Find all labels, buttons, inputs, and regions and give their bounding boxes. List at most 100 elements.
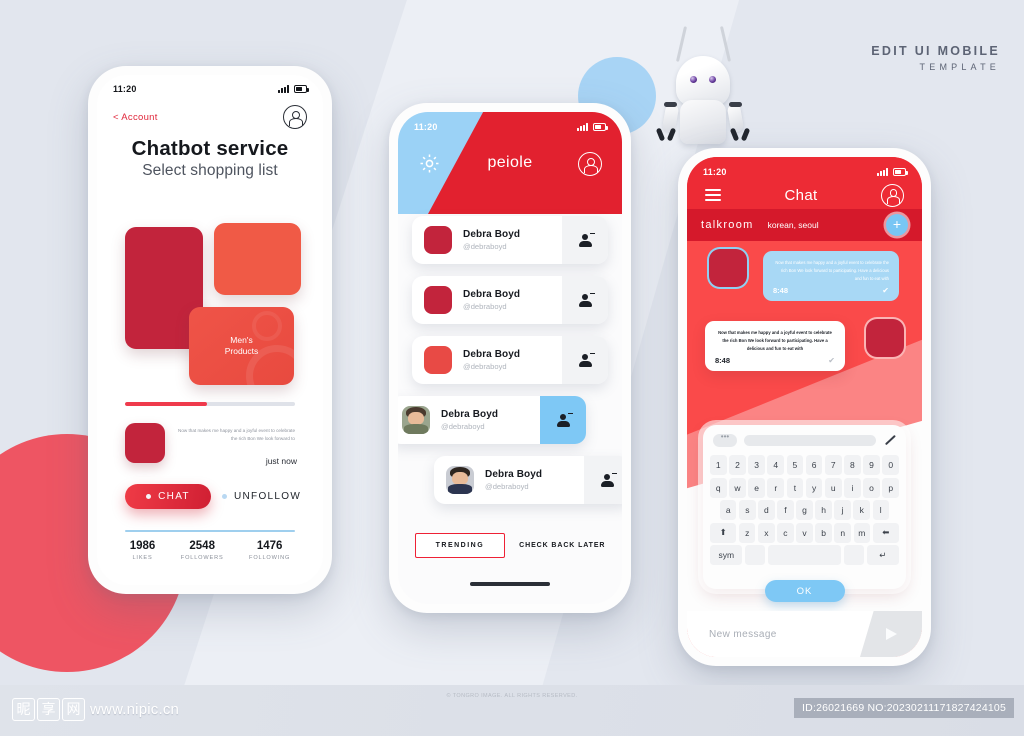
key-8[interactable]: 8 [844, 455, 861, 475]
key-r[interactable]: r [767, 477, 785, 498]
phone-1-status-bar: 11:20 [97, 79, 323, 99]
talkroom-bar: talkroom korean, seoul + [687, 209, 922, 241]
key-7[interactable]: 7 [824, 455, 842, 475]
product-card-line2: Products [224, 346, 259, 356]
contact-row[interactable]: Debra Boyd @debraboyd [412, 336, 608, 384]
contact-handle: @debraboyd [485, 482, 529, 491]
contact-name: Debra Boyd [485, 469, 543, 480]
message-input[interactable]: New message [687, 629, 860, 640]
signal-icon [278, 85, 289, 93]
contact-name: Debra Boyd [463, 349, 521, 360]
stat-following[interactable]: 1476 FOLLOWING [249, 540, 290, 561]
contact-row[interactable]: Debra Boyd @debraboyd [412, 216, 608, 264]
contact-row[interactable]: Debra Boyd @debraboyd [434, 456, 622, 504]
key-9[interactable]: 9 [863, 455, 880, 475]
stat-followers[interactable]: 2548 FOLLOWERS [181, 540, 224, 561]
account-circle-icon[interactable] [880, 183, 904, 207]
on-screen-keyboard[interactable]: 1234567890 qwertyuiop asdfghjkl ⬆zxcvbnm… [703, 425, 906, 602]
keyboard-suggestion-bar[interactable] [744, 435, 876, 446]
chat-button-label: CHAT [158, 491, 190, 502]
key-w[interactable]: w [729, 477, 746, 498]
chat-button[interactable]: CHAT [125, 484, 211, 509]
contact-handle: @debraboyd [463, 242, 507, 251]
add-contact-button[interactable] [540, 396, 586, 444]
key-4[interactable]: 4 [767, 455, 785, 475]
stat-following-label: FOLLOWING [249, 555, 291, 561]
add-contact-button[interactable] [562, 336, 608, 384]
add-contact-button[interactable] [562, 216, 608, 264]
more-options-icon[interactable] [713, 432, 737, 447]
key-e[interactable]: e [748, 477, 765, 498]
send-button[interactable] [860, 611, 922, 657]
key-c[interactable]: c [777, 522, 794, 543]
key-t[interactable]: t [786, 477, 804, 498]
phone-1-nav: < Account [97, 101, 323, 133]
contact-meta: Debra Boyd @debraboyd [463, 289, 562, 311]
chat-bubble-text: Now that makes me happy and a joyful eve… [718, 330, 832, 351]
key-1[interactable]: 1 [710, 455, 727, 475]
key-0[interactable]: 0 [882, 455, 899, 475]
back-to-account-link[interactable]: < Account [113, 112, 158, 123]
stat-likes[interactable]: 1986 LIKES [130, 540, 156, 561]
progress-bar[interactable] [125, 402, 295, 406]
key-l[interactable]: l [872, 500, 889, 521]
key-k[interactable]: k [853, 500, 870, 521]
account-circle-icon[interactable] [283, 105, 307, 129]
tab-check-back-later[interactable]: CHECK BACK LATER [519, 542, 605, 549]
key-a[interactable]: a [720, 500, 737, 521]
key-d[interactable]: d [758, 500, 775, 521]
add-room-button[interactable]: + [886, 214, 908, 236]
key-u[interactable]: u [824, 477, 842, 498]
key-o[interactable]: o [863, 477, 880, 498]
key-sym[interactable]: sym [710, 545, 743, 566]
key-h[interactable]: h [815, 500, 832, 521]
stat-followers-value: 2548 [189, 540, 215, 552]
add-contact-button[interactable] [584, 456, 622, 504]
key-6[interactable]: 6 [805, 455, 823, 475]
key-2[interactable]: 2 [729, 455, 746, 475]
key-z[interactable]: z [738, 522, 756, 543]
send-arrow-icon [885, 628, 897, 640]
key-f[interactable]: f [777, 500, 794, 521]
product-card-mens[interactable]: Men's Products [189, 307, 294, 385]
key-blank-right[interactable] [843, 545, 864, 566]
contact-avatar [424, 226, 452, 254]
status-time: 11:20 [414, 122, 438, 132]
key-x[interactable]: x [758, 522, 775, 543]
key-shift[interactable]: ⬆ [709, 522, 737, 543]
key-g[interactable]: g [796, 500, 813, 521]
key-v[interactable]: v [796, 522, 813, 543]
ok-button[interactable]: OK [764, 580, 845, 602]
key-n[interactable]: n [834, 522, 851, 543]
tab-trending[interactable]: TRENDING [414, 533, 506, 558]
unfollow-button[interactable]: UNFOLLOW [222, 484, 301, 509]
key-3[interactable]: 3 [748, 455, 765, 475]
key-enter[interactable]: ↵ [866, 545, 900, 566]
key-s[interactable]: s [739, 500, 756, 521]
hamburger-menu-icon[interactable] [705, 186, 721, 204]
contact-row[interactable]: Debra Boyd @debraboyd [412, 276, 608, 324]
signal-icon [577, 123, 588, 131]
stat-followers-label: FOLLOWERS [180, 555, 224, 561]
contact-row[interactable]: Debra Boyd @debraboyd [398, 396, 586, 444]
account-circle-icon[interactable] [578, 152, 602, 176]
image-id-badge: ID:26021669 NO:20230211171827424105 [794, 698, 1014, 718]
contact-meta: Debra Boyd @debraboyd [485, 469, 584, 491]
key-space[interactable] [767, 545, 842, 566]
add-contact-button[interactable] [562, 276, 608, 324]
key-backspace[interactable]: ⬅ [872, 522, 900, 543]
key-y[interactable]: y [805, 477, 823, 498]
product-card-coral[interactable] [214, 223, 301, 295]
key-p[interactable]: p [882, 477, 899, 498]
key-m[interactable]: m [853, 522, 871, 543]
contact-handle: @debraboyd [441, 422, 485, 431]
key-b[interactable]: b [815, 522, 832, 543]
contact-avatar [424, 346, 452, 374]
key-5[interactable]: 5 [786, 455, 804, 475]
pencil-icon[interactable] [883, 434, 896, 447]
stat-likes-label: LIKES [132, 555, 153, 561]
key-q[interactable]: q [710, 477, 727, 498]
key-j[interactable]: j [834, 500, 851, 521]
key-i[interactable]: i [844, 477, 861, 498]
key-blank-left[interactable] [745, 545, 766, 566]
